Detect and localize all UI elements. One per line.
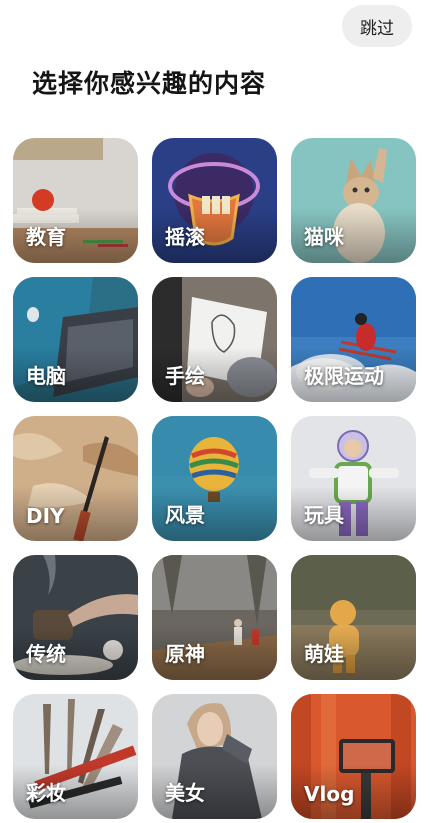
- interest-tile-toy[interactable]: 玩具: [291, 416, 416, 541]
- interest-tile-makeup[interactable]: 彩妆: [13, 694, 138, 819]
- interest-label: 手绘: [165, 364, 205, 388]
- interest-label: 美女: [165, 781, 205, 805]
- interest-label: 极限运动: [304, 364, 384, 388]
- interest-tile-education[interactable]: 教育: [13, 138, 138, 263]
- interest-label: Vlog: [304, 782, 355, 806]
- interest-tile-landscape[interactable]: 风景: [152, 416, 277, 541]
- interest-tile-extreme-sports[interactable]: 极限运动: [291, 277, 416, 402]
- interest-label: 教育: [26, 225, 66, 249]
- interest-label: 摇滚: [165, 225, 205, 249]
- interest-label: 彩妆: [26, 781, 66, 805]
- skip-button[interactable]: 跳过: [342, 5, 412, 47]
- interest-tile-beauty[interactable]: 美女: [152, 694, 277, 819]
- interest-tile-tradition[interactable]: 传统: [13, 555, 138, 680]
- interest-tile-computer[interactable]: 电脑: [13, 277, 138, 402]
- interest-tile-genshin[interactable]: 原神: [152, 555, 277, 680]
- interest-tile-drawing[interactable]: 手绘: [152, 277, 277, 402]
- interest-label: 原神: [165, 642, 205, 666]
- page-title: 选择你感兴趣的内容: [32, 69, 267, 98]
- interest-label: 风景: [165, 503, 205, 527]
- interest-label: 萌娃: [304, 642, 344, 666]
- interest-grid: 教育 摇滚 猫咪 电脑 手绘 极限运动 DIY 风景 玩具 传统 原神 萌娃 彩…: [13, 138, 418, 819]
- interest-label: 电脑: [26, 364, 66, 388]
- interest-tile-diy[interactable]: DIY: [13, 416, 138, 541]
- interest-tile-vlog[interactable]: Vlog: [291, 694, 416, 819]
- interest-tile-cute-kid[interactable]: 萌娃: [291, 555, 416, 680]
- interest-label: DIY: [26, 504, 65, 528]
- interest-label: 玩具: [304, 503, 344, 527]
- interest-tile-rock[interactable]: 摇滚: [152, 138, 277, 263]
- interest-tile-cat[interactable]: 猫咪: [291, 138, 416, 263]
- interest-label: 猫咪: [304, 225, 344, 249]
- interest-label: 传统: [26, 642, 66, 666]
